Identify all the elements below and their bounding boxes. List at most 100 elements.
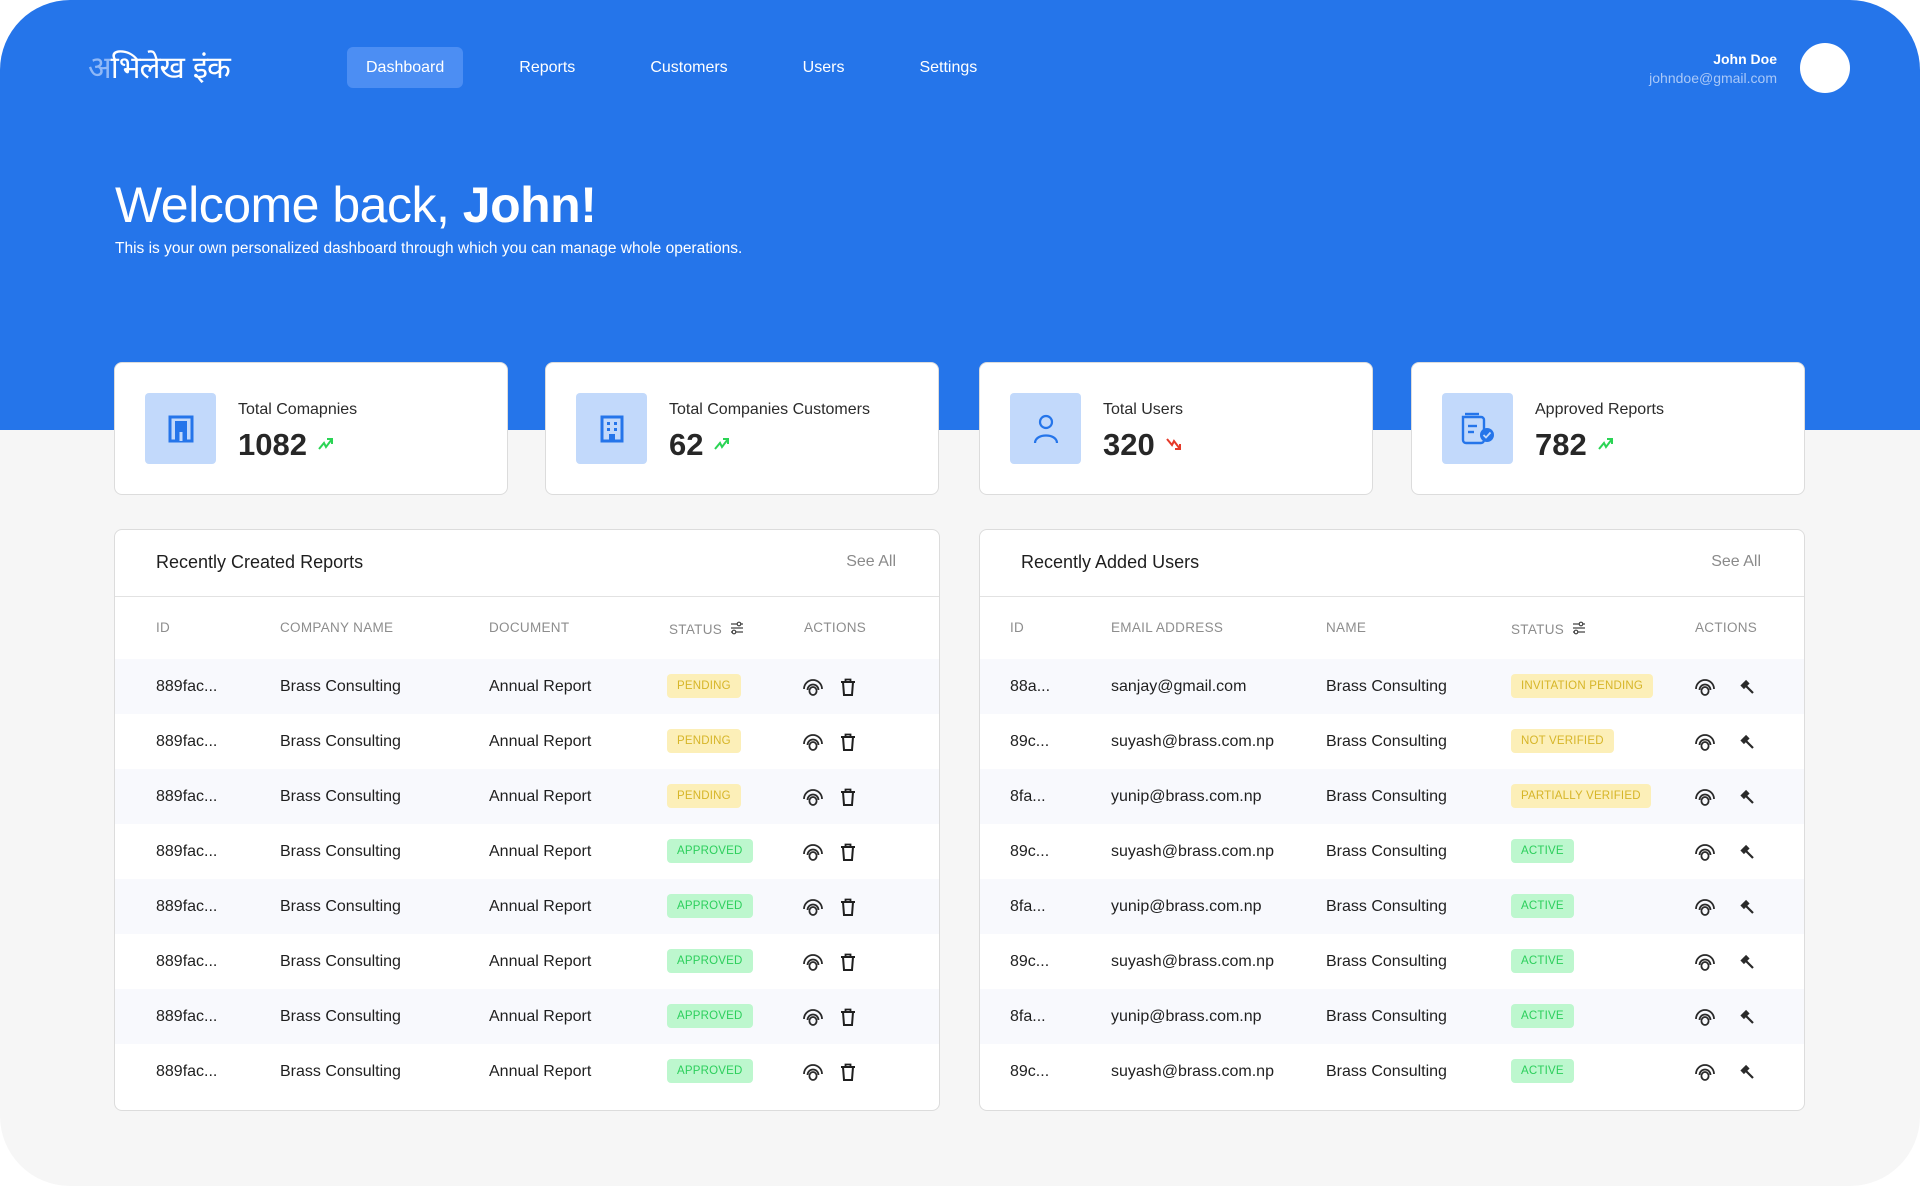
view-icon[interactable]	[1694, 841, 1716, 863]
cell-name: Brass Consulting	[1326, 843, 1447, 860]
column-header-email[interactable]: EMAIL ADDRESS	[1111, 620, 1223, 635]
column-header-id[interactable]: ID	[156, 620, 170, 635]
table-row[interactable]: 889fac... Brass Consulting Annual Report AP…	[115, 879, 939, 934]
delete-icon[interactable]	[837, 951, 859, 973]
table-row[interactable]: 889fac... Brass Consulting Annual Report AP…	[115, 1044, 939, 1099]
status-badge: APPROVED	[667, 894, 753, 918]
stat-card-total-companies[interactable]: Total Comapnies 1082	[114, 362, 508, 495]
cell-company-name: Brass Consulting	[280, 788, 401, 805]
column-header-status[interactable]: STATUS	[1511, 620, 1586, 639]
cell-document: Annual Report	[489, 1008, 592, 1025]
table-row[interactable]: 889fac... Brass Consulting Annual Report PE…	[115, 714, 939, 769]
delete-icon[interactable]	[837, 731, 859, 753]
gavel-icon[interactable]	[1736, 841, 1758, 863]
table-row[interactable]: 89c... suyash@brass.com.np Brass Consultin…	[980, 714, 1804, 769]
cell-name: Brass Consulting	[1326, 898, 1447, 915]
gavel-icon[interactable]	[1736, 951, 1758, 973]
cell-document: Annual Report	[489, 733, 592, 750]
nav-item-dashboard[interactable]: Dashboard	[347, 47, 464, 88]
view-icon[interactable]	[802, 731, 824, 753]
table-row[interactable]: 89c... suyash@brass.com.np Brass Consultin…	[980, 824, 1804, 879]
delete-icon[interactable]	[837, 676, 859, 698]
cell-id: 889fac...	[156, 1063, 218, 1080]
delete-icon[interactable]	[837, 841, 859, 863]
table-row[interactable]: 889fac... Brass Consulting Annual Report PE…	[115, 769, 939, 824]
delete-icon[interactable]	[837, 786, 859, 808]
gavel-icon[interactable]	[1736, 1006, 1758, 1028]
user-email: johndoe@gmail.com	[1649, 70, 1777, 86]
view-icon[interactable]	[1694, 951, 1716, 973]
gavel-icon[interactable]	[1736, 676, 1758, 698]
view-icon[interactable]	[802, 951, 824, 973]
nav-item-users[interactable]: Users	[784, 47, 864, 88]
stat-card-approved-reports[interactable]: Approved Reports 782	[1411, 362, 1805, 495]
stat-card-total-companies-customers[interactable]: Total Companies Customers 62	[545, 362, 939, 495]
column-header-company-name[interactable]: COMPANY NAME	[280, 620, 393, 635]
see-all-users-link[interactable]: See All	[1711, 553, 1761, 571]
table-row[interactable]: 88a... sanjay@gmail.com Brass Consulting IN…	[980, 659, 1804, 714]
view-icon[interactable]	[802, 841, 824, 863]
user-info[interactable]: John Doe johndoe@gmail.com	[1649, 50, 1777, 88]
nav-item-reports[interactable]: Reports	[500, 47, 594, 88]
recent-users-panel: Recently Added Users See All ID EMAIL AD…	[979, 529, 1805, 1111]
status-badge: INVITATION PENDING	[1511, 674, 1654, 698]
filter-icon[interactable]	[730, 620, 744, 639]
view-icon[interactable]	[1694, 1061, 1716, 1083]
users-table-body: 88a... sanjay@gmail.com Brass Consulting IN…	[980, 659, 1804, 1099]
view-icon[interactable]	[802, 676, 824, 698]
cell-document: Annual Report	[489, 678, 592, 695]
delete-icon[interactable]	[837, 1061, 859, 1083]
table-row[interactable]: 89c... suyash@brass.com.np Brass Consultin…	[980, 934, 1804, 989]
table-row[interactable]: 889fac... Brass Consulting Annual Report AP…	[115, 989, 939, 1044]
brand-logo[interactable]: अभिलेख इंक	[88, 46, 231, 90]
nav-item-settings[interactable]: Settings	[900, 47, 996, 88]
avatar[interactable]	[1800, 43, 1850, 93]
table-row[interactable]: 8fa... yunip@brass.com.np Brass Consulting…	[980, 989, 1804, 1044]
cell-name: Brass Consulting	[1326, 788, 1447, 805]
cell-name: Brass Consulting	[1326, 953, 1447, 970]
table-row[interactable]: 8fa... yunip@brass.com.np Brass Consulting…	[980, 769, 1804, 824]
view-icon[interactable]	[1694, 786, 1716, 808]
cell-company-name: Brass Consulting	[280, 1063, 401, 1080]
column-header-id[interactable]: ID	[1010, 620, 1024, 635]
view-icon[interactable]	[802, 1006, 824, 1028]
table-row[interactable]: 889fac... Brass Consulting Annual Report AP…	[115, 934, 939, 989]
see-all-reports-link[interactable]: See All	[846, 553, 896, 571]
office-building-icon	[576, 393, 647, 464]
view-icon[interactable]	[1694, 676, 1716, 698]
delete-icon[interactable]	[837, 1006, 859, 1028]
cell-name: Brass Consulting	[1326, 678, 1447, 695]
column-header-status[interactable]: STATUS	[669, 620, 744, 639]
view-icon[interactable]	[1694, 896, 1716, 918]
cell-email: sanjay@gmail.com	[1111, 678, 1247, 695]
cell-name: Brass Consulting	[1326, 733, 1447, 750]
status-badge: APPROVED	[667, 1004, 753, 1028]
view-icon[interactable]	[802, 786, 824, 808]
filter-icon[interactable]	[1572, 620, 1586, 639]
status-badge: ACTIVE	[1511, 1004, 1574, 1028]
view-icon[interactable]	[1694, 1006, 1716, 1028]
nav-item-customers[interactable]: Customers	[631, 47, 746, 88]
gavel-icon[interactable]	[1736, 786, 1758, 808]
gavel-icon[interactable]	[1736, 896, 1758, 918]
reports-table-body: 889fac... Brass Consulting Annual Report PE…	[115, 659, 939, 1099]
stat-value: 320	[1103, 427, 1155, 462]
cell-id: 89c...	[1010, 733, 1050, 750]
gavel-icon[interactable]	[1736, 1061, 1758, 1083]
stat-card-total-users[interactable]: Total Users 320	[979, 362, 1373, 495]
gavel-icon[interactable]	[1736, 731, 1758, 753]
view-icon[interactable]	[802, 896, 824, 918]
table-row[interactable]: 89c... suyash@brass.com.np Brass Consultin…	[980, 1044, 1804, 1099]
cell-company-name: Brass Consulting	[280, 843, 401, 860]
table-row[interactable]: 889fac... Brass Consulting Annual Report AP…	[115, 824, 939, 879]
view-icon[interactable]	[1694, 731, 1716, 753]
cell-company-name: Brass Consulting	[280, 953, 401, 970]
cell-id: 8fa...	[1010, 898, 1046, 915]
table-row[interactable]: 8fa... yunip@brass.com.np Brass Consulting…	[980, 879, 1804, 934]
column-header-name[interactable]: NAME	[1326, 620, 1366, 635]
table-row[interactable]: 889fac... Brass Consulting Annual Report PE…	[115, 659, 939, 714]
delete-icon[interactable]	[837, 896, 859, 918]
view-icon[interactable]	[802, 1061, 824, 1083]
column-header-document[interactable]: DOCUMENT	[489, 620, 569, 635]
cell-company-name: Brass Consulting	[280, 1008, 401, 1025]
